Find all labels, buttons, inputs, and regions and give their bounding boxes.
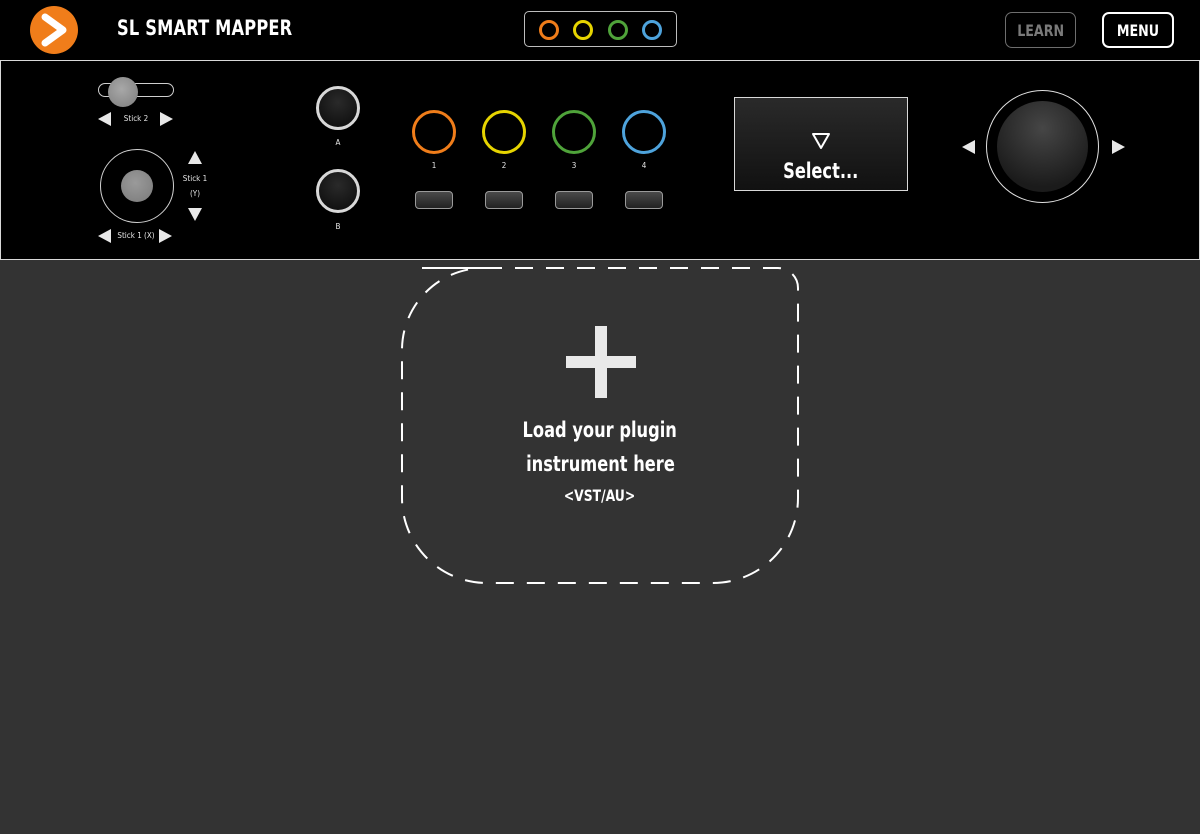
plus-icon bbox=[566, 326, 636, 398]
encoder-right-arrow-icon[interactable] bbox=[1112, 140, 1125, 154]
stick2-left-arrow-icon[interactable] bbox=[98, 112, 111, 126]
menu-button[interactable]: MENU bbox=[1102, 12, 1174, 48]
dropzone-line-1: Load your plugin bbox=[398, 418, 802, 442]
stick1-left-arrow-icon[interactable] bbox=[98, 229, 111, 243]
encoder-left-arrow-icon[interactable] bbox=[962, 140, 975, 154]
preset-selector[interactable]: Select... bbox=[734, 97, 908, 191]
chevron-right-icon bbox=[41, 13, 67, 47]
color-dot-yellow[interactable] bbox=[573, 20, 593, 40]
dropzone-text-1: Load your plugin bbox=[522, 418, 678, 442]
pad-3-button[interactable] bbox=[555, 191, 593, 209]
button-a-label: A bbox=[335, 138, 341, 147]
triangle-down-icon bbox=[812, 133, 830, 149]
color-dot-green[interactable] bbox=[608, 20, 628, 40]
stick1-right-arrow-icon[interactable] bbox=[159, 229, 172, 243]
stick2-right-arrow-icon[interactable] bbox=[160, 112, 173, 126]
pad-4[interactable] bbox=[622, 110, 666, 154]
dropzone-text-2: instrument here bbox=[525, 452, 675, 476]
stick1-y-label: Stick 1 bbox=[182, 174, 208, 183]
pad-1-button[interactable] bbox=[415, 191, 453, 209]
dropzone-text-3: <VST/AU> bbox=[564, 486, 636, 505]
stick1-x-label: Stick 1 (X) bbox=[117, 231, 155, 240]
stick1-y-axis-label: (Y) bbox=[189, 189, 200, 198]
menu-button-label: MENU bbox=[1116, 20, 1160, 40]
dropzone-line-2: instrument here bbox=[398, 452, 802, 476]
encoder-knob-cap[interactable] bbox=[997, 101, 1088, 192]
dropzone-line-3: <VST/AU> bbox=[398, 486, 802, 505]
pad-3[interactable] bbox=[552, 110, 596, 154]
app-title: SL SMART MAPPER bbox=[117, 16, 293, 40]
selector-value: Select... bbox=[783, 159, 859, 183]
color-dot-orange[interactable] bbox=[539, 20, 559, 40]
stick1-joystick-knob[interactable] bbox=[121, 170, 153, 202]
selector-text: Select... bbox=[735, 159, 907, 183]
controller-panel: Stick 2 Stick 1 (Y) Stick 1 (X) A B 1 2 … bbox=[0, 60, 1200, 260]
stick1-up-arrow-icon[interactable] bbox=[188, 151, 202, 164]
app-header: SL SMART MAPPER LEARN MENU bbox=[0, 0, 1200, 60]
pad-2[interactable] bbox=[482, 110, 526, 154]
pad-1-label: 1 bbox=[431, 161, 437, 170]
pad-2-button[interactable] bbox=[485, 191, 523, 209]
pad-4-label: 4 bbox=[641, 161, 647, 170]
learn-button[interactable]: LEARN bbox=[1005, 12, 1076, 48]
pad-2-label: 2 bbox=[501, 161, 507, 170]
color-dot-blue[interactable] bbox=[642, 20, 662, 40]
pad-1[interactable] bbox=[412, 110, 456, 154]
stick2-slider-thumb[interactable] bbox=[108, 77, 138, 107]
pad-4-button[interactable] bbox=[625, 191, 663, 209]
learn-button-label: LEARN bbox=[1017, 20, 1064, 40]
button-b-label: B bbox=[335, 222, 341, 231]
button-a[interactable] bbox=[316, 86, 360, 130]
color-selector[interactable] bbox=[524, 11, 677, 47]
stick1-down-arrow-icon[interactable] bbox=[188, 208, 202, 221]
plugin-dropzone[interactable]: Load your plugin instrument here <VST/AU… bbox=[398, 258, 802, 588]
logo-chevron-right-icon[interactable] bbox=[30, 6, 78, 54]
pad-3-label: 3 bbox=[571, 161, 577, 170]
button-b[interactable] bbox=[316, 169, 360, 213]
stick2-label: Stick 2 bbox=[123, 114, 149, 123]
